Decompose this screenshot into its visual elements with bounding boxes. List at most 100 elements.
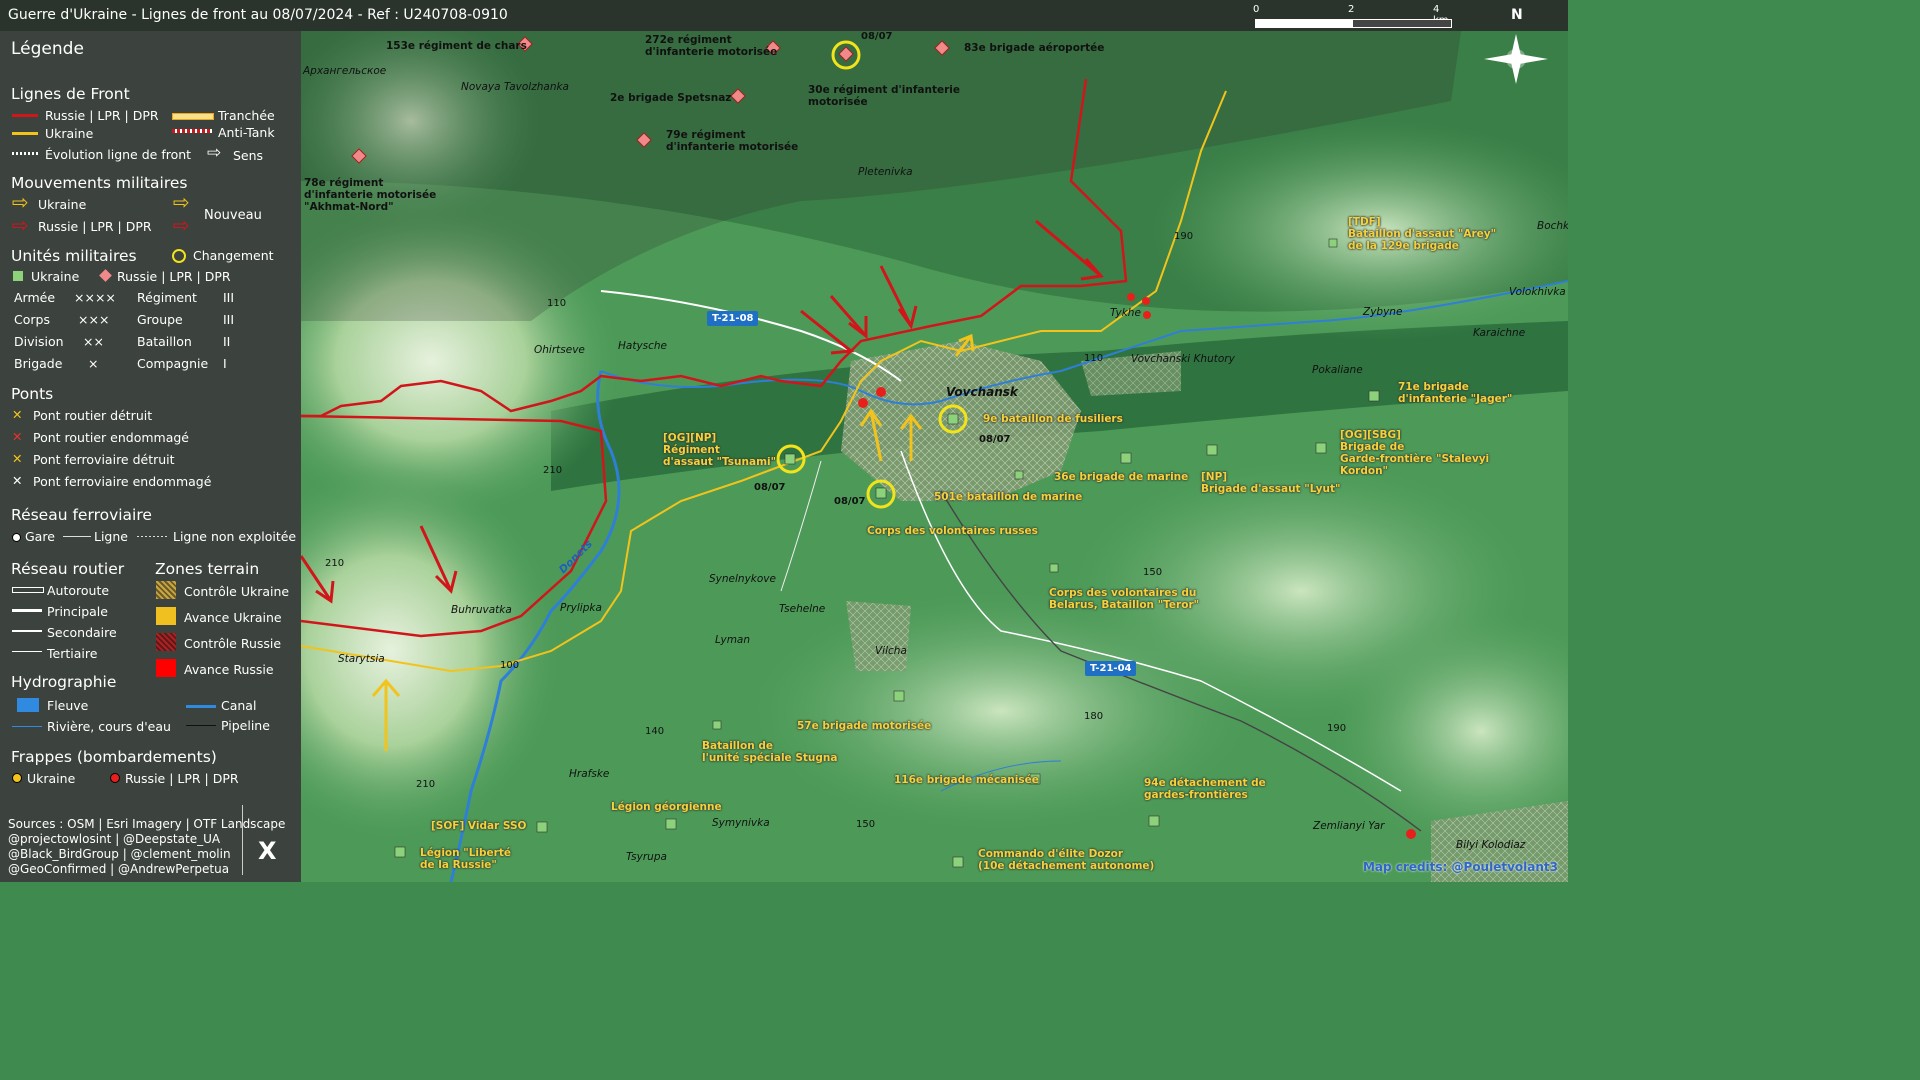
legend-label: Ukraine	[31, 269, 80, 284]
legend-label: Évolution ligne de front	[45, 147, 192, 162]
ukraine-strike-icon	[12, 773, 22, 783]
legend-label: Ukraine	[45, 126, 94, 141]
place-label: Hatysche	[618, 340, 668, 352]
legend-panel: Légende Lignes de Front Russie | LPR | D…	[0, 31, 301, 882]
direction-arrow-icon: ⇨	[207, 143, 222, 163]
scale-label: 0	[1253, 4, 1260, 15]
legend-section-title: Zones terrain	[155, 560, 260, 578]
ukrainian-unit-label[interactable]: Commando d'élite Dozor (10e détachement …	[978, 848, 1154, 872]
road-shield: T-21-04	[1085, 661, 1137, 676]
ukrainian-unit-label[interactable]: 36e brigade de marine	[1054, 471, 1188, 483]
place-label: Symynivka	[712, 817, 770, 829]
russia-strike-icon	[110, 773, 120, 783]
legend-section-title: Mouvements militaires	[11, 174, 188, 192]
place-label: Zemlianyi Yar	[1313, 820, 1385, 832]
place-label: Tykhe	[1110, 307, 1141, 319]
russian-unit-label[interactable]: 83e brigade aéroportée	[964, 42, 1104, 54]
place-label-vovchansk: Vovchansk	[946, 385, 1018, 399]
legend-label: Changement	[193, 248, 274, 263]
place-label: Prylipka	[560, 602, 602, 614]
ukrainian-unit-label[interactable]: [TDF] Bataillon d'assaut "Arey" de la 12…	[1348, 216, 1496, 252]
ukrainian-unit-label[interactable]: [OG][SBG] Brigade de Garde-frontière "St…	[1340, 429, 1489, 477]
ukraine-unit-icon	[13, 271, 23, 281]
legend-label: Autoroute	[47, 583, 110, 598]
echelon-symbol: III	[223, 290, 235, 305]
legend-label: Avance Ukraine	[184, 610, 282, 625]
russian-unit-label[interactable]: 153e régiment de chars	[386, 40, 527, 52]
legend-section-title: Hydrographie	[11, 673, 117, 691]
legend-label: Gare	[25, 529, 55, 544]
elevation-label: 180	[1084, 711, 1104, 722]
russian-unit-label[interactable]: 272e régiment d'infanterie motorisée	[645, 34, 777, 58]
echelon-symbol: ×	[88, 356, 99, 371]
ukrainian-unit-label[interactable]: Bataillon de l'unité spéciale Stugna	[702, 740, 837, 764]
legend-label: Russie | LPR | DPR	[38, 219, 152, 234]
russian-unit-label[interactable]: 78e régiment d'infanterie motorisée "Akh…	[304, 177, 436, 213]
rail-bridge-destroyed-icon: ✕	[12, 451, 23, 466]
ukrainian-unit-label[interactable]: [NP] Brigade d'assaut "Lyut"	[1201, 471, 1340, 495]
map-canvas[interactable]: Архангельское Novaya Tavolzhanka Pleteni…	[301, 31, 1568, 882]
highway-icon	[12, 587, 44, 593]
place-label: Pletenivka	[858, 166, 913, 178]
place-label: Starytsia	[338, 653, 385, 665]
place-label: Lyman	[715, 634, 751, 646]
russia-advance-swatch	[156, 659, 176, 677]
echelon-name: Armée	[14, 290, 56, 305]
date-label: 08/07	[754, 482, 786, 493]
legend-label: Anti-Tank	[218, 125, 275, 140]
elevation-label: 150	[1143, 567, 1163, 578]
legend-label: Contrôle Ukraine	[184, 584, 290, 599]
place-label: Synelnykove	[709, 573, 776, 585]
ukrainian-unit-label[interactable]: Légion "Liberté de la Russie"	[420, 847, 511, 871]
russia-control-swatch	[156, 633, 176, 651]
elevation-label: 190	[1327, 723, 1347, 734]
ukrainian-unit-label[interactable]: 71e brigade d'infanterie "Jager"	[1398, 381, 1512, 405]
north-label: N	[1511, 7, 1523, 23]
ukrainian-unit-label[interactable]: 116e brigade mécanisée	[894, 774, 1039, 786]
echelon-name: Bataillon	[137, 334, 192, 349]
ukrainian-unit-label[interactable]: Corps des volontaires russes	[867, 525, 1038, 537]
place-label: Tsehelne	[779, 603, 826, 615]
legend-label: Pipeline	[221, 718, 270, 733]
canal-icon	[186, 705, 216, 708]
elevation-label: 210	[416, 779, 436, 790]
rail-bridge-damaged-icon: ✕	[12, 473, 23, 488]
elevation-label: 110	[1084, 353, 1104, 364]
x-logo-icon[interactable]: X	[258, 837, 277, 865]
russian-unit-label[interactable]: 79e régiment d'infanterie motorisée	[666, 129, 798, 153]
russia-line-icon	[12, 114, 38, 117]
ukrainian-unit-label[interactable]: [SOF] Vidar SSO	[431, 820, 526, 832]
echelon-name: Division	[14, 334, 64, 349]
legend-label: Pont ferroviaire détruit	[33, 452, 175, 467]
tertiary-road-icon	[12, 651, 42, 652]
ukrainian-unit-label[interactable]: 9e bataillon de fusiliers	[983, 413, 1123, 425]
ukrainian-unit-label[interactable]: 501e bataillon de marine	[934, 491, 1082, 503]
elevation-label: 100	[500, 660, 520, 671]
ukrainian-unit-label[interactable]: 57e brigade motorisée	[797, 720, 931, 732]
legend-label: Tertiaire	[47, 646, 98, 661]
ukrainian-unit-label[interactable]: Corps des volontaires du Belarus, Batail…	[1049, 587, 1199, 611]
legend-section-title: Réseau routier	[11, 560, 125, 578]
elevation-label: 210	[543, 465, 563, 476]
place-label: Архангельское	[303, 65, 387, 77]
ukrainian-unit-label[interactable]: Légion géorgienne	[611, 801, 722, 813]
russian-unit-label[interactable]: 30e régiment d'infanterie motorisée	[808, 84, 960, 108]
secondary-road-icon	[12, 630, 42, 632]
date-label: 08/07	[834, 496, 866, 507]
place-label: Vovchanski Khutory	[1131, 353, 1235, 365]
place-label: Buhruvatka	[451, 604, 512, 616]
echelon-name: Groupe	[137, 312, 183, 327]
echelon-symbol: I	[223, 356, 227, 371]
place-label: Ohirtseve	[534, 344, 585, 356]
echelon-name: Compagnie	[137, 356, 209, 371]
road-bridge-destroyed-icon: ✕	[12, 407, 23, 422]
sources-line: Sources : OSM | Esri Imagery | OTF Lands…	[8, 817, 286, 831]
ukraine-arrow-icon: ⇨	[12, 190, 29, 214]
russian-unit-label[interactable]: 2e brigade Spetsnaz	[610, 92, 731, 104]
echelon-name: Régiment	[137, 290, 197, 305]
legend-label: Fleuve	[47, 698, 89, 713]
legend-label: Pont routier détruit	[33, 408, 153, 423]
ukrainian-unit-label[interactable]: 94e détachement de gardes-frontières	[1144, 777, 1266, 801]
legend-label: Ligne	[94, 529, 128, 544]
ukrainian-unit-label[interactable]: [OG][NP] Régiment d'assaut "Tsunami"	[663, 432, 776, 468]
